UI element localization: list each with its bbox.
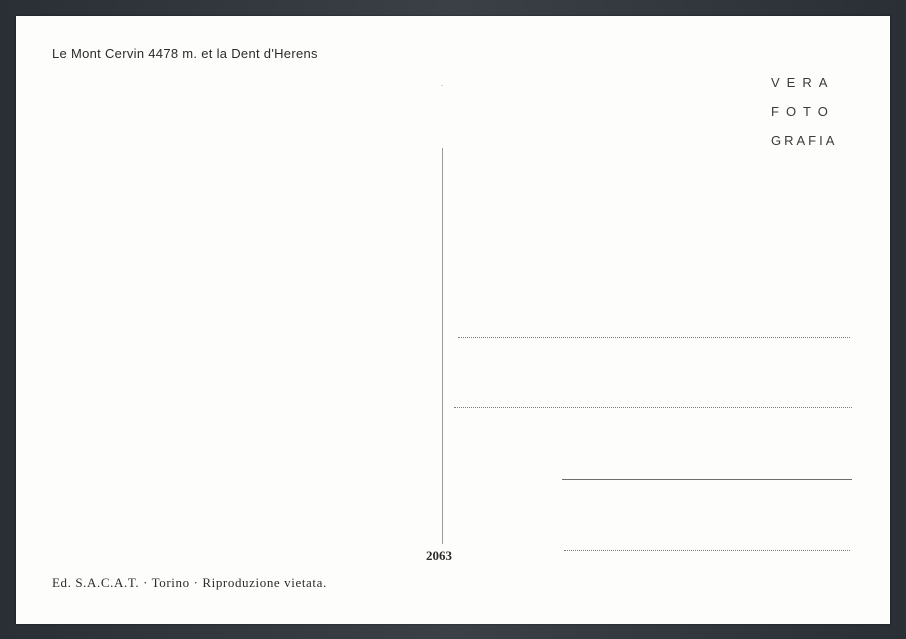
divider-mark xyxy=(441,85,443,86)
address-line-2 xyxy=(454,407,852,408)
address-line-4 xyxy=(564,550,850,551)
photo-caption: Le Mont Cervin 4478 m. et la Dent d'Here… xyxy=(52,46,318,61)
logo-line-2: FOTO xyxy=(771,104,835,119)
logo-line-1: VERA xyxy=(771,75,835,90)
serial-number: 2063 xyxy=(426,548,452,563)
address-line-3 xyxy=(562,479,852,480)
logo-line-3: GRAFIA xyxy=(771,133,838,148)
address-line-1 xyxy=(458,337,850,338)
publisher-line: Ed. S.A.C.A.T. · Torino · Riproduzione v… xyxy=(52,575,327,590)
center-divider xyxy=(442,148,443,544)
postcard-back: Le Mont Cervin 4478 m. et la Dent d'Here… xyxy=(16,16,890,624)
vera-fotografia-logo: VERA FOTO GRAFIA xyxy=(771,68,861,155)
